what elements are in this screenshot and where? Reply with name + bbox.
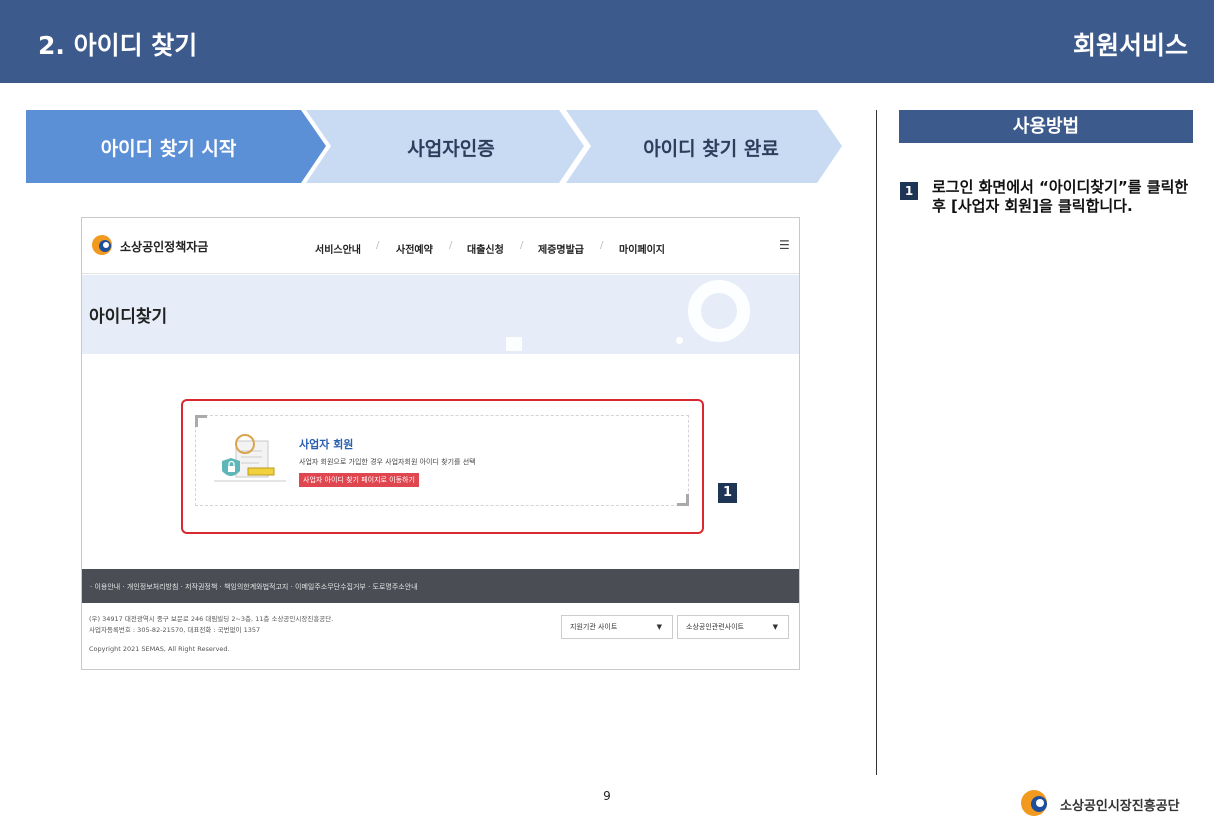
highlight-box (181, 399, 704, 534)
section-title: 회원서비스 (1072, 31, 1188, 60)
footer-links[interactable]: · 이용안내 · 개인정보처리방침 · 저작권정책 · 책임의한계와법적고지 ·… (90, 582, 418, 592)
business-number-line: 사업자등록번호 : 305-82-21570, 대표전화 : 국번없이 1357 (89, 626, 261, 634)
decorative-dot (676, 337, 683, 344)
copyright: Copyright 2021 SEMAS, All Right Reserved… (89, 645, 230, 653)
step-2-label: 사업자인증 (407, 138, 495, 160)
how-to-text: 로그인 화면에서 “아이디찾기”를 클릭한 후 [사업자 회원]을 클릭합니다. (932, 178, 1189, 215)
hamburger-menu-icon[interactable]: ☰ (779, 238, 790, 252)
nav-pre-booking[interactable]: 사전예약 (396, 241, 433, 256)
top-header-bar: 2. 아이디 찾기 회원서비스 (0, 0, 1214, 83)
dropdown-arrow-icon: ▼ (772, 623, 778, 631)
dropdown-arrow-icon: ▼ (656, 623, 662, 631)
select-value: 소상공인관련사이트 (686, 623, 744, 631)
semas-logo-icon (92, 235, 112, 255)
decorative-box (506, 337, 522, 351)
step-number-badge: 1 (900, 182, 918, 200)
address-line: (우) 34917 대전광역시 중구 보문로 246 대림빌딩 2~3층, 11… (89, 615, 334, 623)
site-footer-bar: · 이용안내 · 개인정보처리방침 · 저작권정책 · 책임의한계와법적고지 ·… (82, 569, 799, 603)
nav-separator: / (600, 240, 604, 251)
hero-title: 아이디찾기 (89, 307, 168, 327)
agency-site-select[interactable]: 지원기관 사이트 ▼ (561, 615, 673, 639)
nav-separator: / (449, 240, 453, 251)
site-logo-text[interactable]: 소상공인정책자금 (120, 238, 208, 255)
how-to-header: 사용방법 (899, 110, 1193, 143)
hero-banner: 아이디찾기 (82, 275, 799, 354)
step-1-label: 아이디 찾기 시작 (100, 138, 237, 160)
step-3-label: 아이디 찾기 완료 (643, 138, 779, 160)
callout-marker: 1 (718, 483, 737, 503)
select-value: 지원기관 사이트 (570, 623, 618, 631)
footer-address: (우) 34917 대전광역시 중구 보문로 246 대림빌딩 2~3층, 11… (89, 614, 333, 636)
nav-service-info[interactable]: 서비스안내 (315, 241, 361, 256)
nav-mypage[interactable]: 마이페이지 (619, 241, 665, 256)
nav-certificates[interactable]: 제증명발급 (538, 241, 584, 256)
site-nav: 소상공인정책자금 서비스안내 / 사전예약 / 대출신청 / 제증명발급 / 마… (82, 218, 799, 274)
nav-separator: / (520, 240, 524, 251)
decorative-circle (688, 280, 750, 342)
page-title: 2. 아이디 찾기 (38, 31, 198, 60)
footer-org-name: 소상공인시장진흥공단 (1060, 799, 1180, 814)
semas-logo-icon (1021, 790, 1047, 816)
step-progress: 아이디 찾기 시작 사업자인증 아이디 찾기 완료 (26, 110, 846, 183)
vertical-divider (876, 110, 877, 775)
related-site-select[interactable]: 소상공인관련사이트 ▼ (677, 615, 789, 639)
nav-separator: / (376, 240, 380, 251)
nav-loan-apply[interactable]: 대출신청 (467, 241, 504, 256)
